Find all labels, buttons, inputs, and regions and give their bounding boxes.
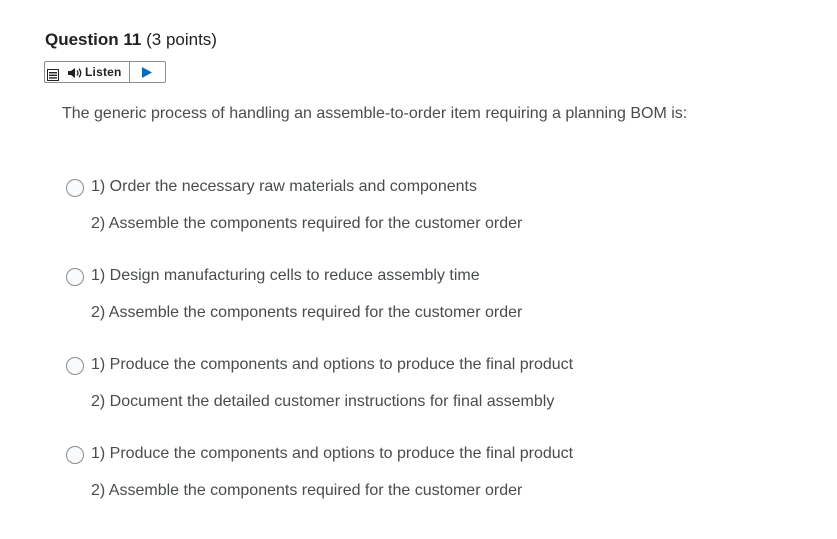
- play-icon: [141, 66, 152, 78]
- question-header: Question 11 (3 points): [45, 30, 217, 50]
- option-line-1: 1) Design manufacturing cells to reduce …: [91, 267, 480, 284]
- radio-button[interactable]: [66, 446, 84, 464]
- radio-button[interactable]: [66, 179, 84, 197]
- radio-button[interactable]: [66, 357, 84, 375]
- speaker-icon: [67, 66, 83, 78]
- play-button[interactable]: [130, 62, 164, 82]
- option-line-2: 2) Assemble the components required for …: [91, 482, 523, 499]
- option-line-1: 1) Order the necessary raw materials and…: [91, 178, 477, 195]
- listen-button[interactable]: Listen: [85, 65, 122, 79]
- option-line-2: 2) Document the detailed customer instru…: [91, 393, 555, 410]
- question-points: (3 points): [146, 30, 217, 49]
- listen-widget: Listen: [44, 61, 166, 83]
- question-text: The generic process of handling an assem…: [62, 105, 688, 122]
- option-line-2: 2) Assemble the components required for …: [91, 215, 523, 232]
- option-line-2: 2) Assemble the components required for …: [91, 304, 523, 321]
- question-title: Question 11: [45, 30, 142, 49]
- menu-icon[interactable]: [47, 68, 59, 81]
- option-line-1: 1) Produce the components and options to…: [91, 356, 574, 373]
- radio-button[interactable]: [66, 268, 84, 286]
- option-line-1: 1) Produce the components and options to…: [91, 445, 574, 462]
